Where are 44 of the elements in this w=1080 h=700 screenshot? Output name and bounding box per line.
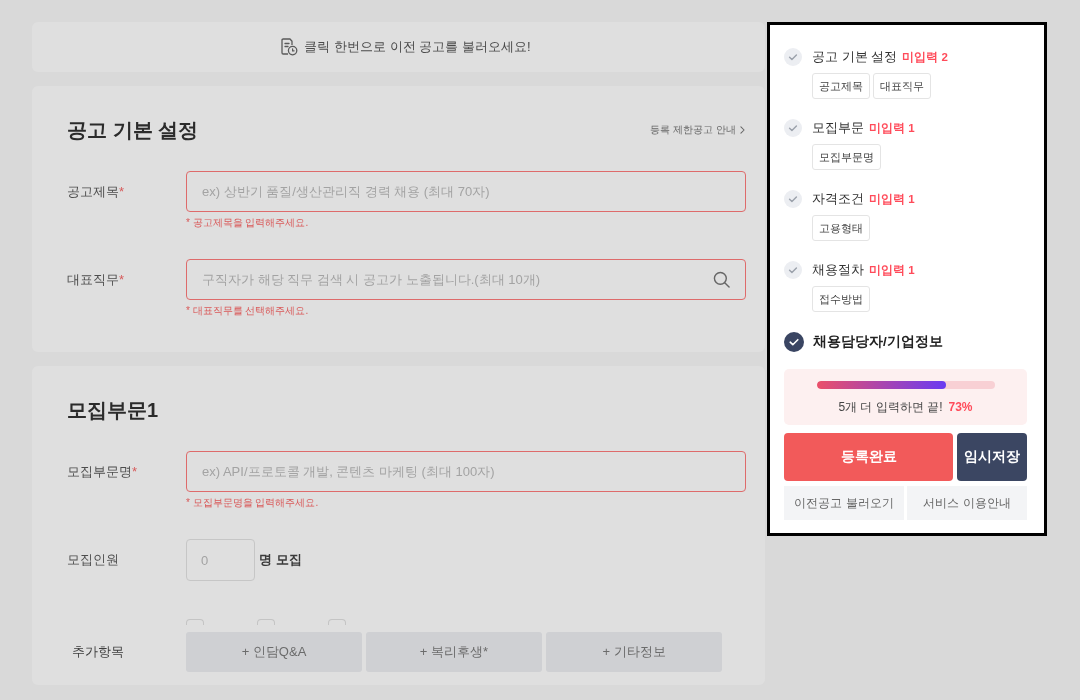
chevron-right-icon	[740, 126, 745, 134]
search-icon[interactable]	[713, 271, 730, 288]
section-title: 모집부문1	[67, 398, 159, 422]
step-title: 모집부문	[812, 119, 864, 137]
save-draft-button[interactable]: 임시저장	[957, 433, 1027, 481]
secondary-button[interactable]: 서비스 이용안내	[907, 486, 1027, 520]
missing-count: 미입력 2	[902, 49, 948, 65]
missing-count: 미입력 1	[869, 191, 915, 207]
field-label: 모집부문명*	[67, 463, 139, 481]
field-chip[interactable]: 대표직무	[873, 73, 931, 99]
add-item-button[interactable]: + 기타정보	[546, 632, 722, 672]
section-title: 공고 기본 설정	[67, 118, 199, 142]
document-clock-icon	[280, 38, 299, 56]
step-title: 채용담당자/기업정보	[813, 333, 943, 351]
field-label: 대표직무*	[67, 271, 126, 289]
error-message: * 공고제목을 입력해주세요.	[186, 216, 309, 230]
add-item-button[interactable]: + 복리후생*	[366, 632, 542, 672]
text-input[interactable]: ex) API/프로토콜 개발, 콘텐츠 마케팅 (최대 100자)	[186, 451, 746, 492]
error-message: * 모집부문명을 입력해주세요.	[186, 496, 319, 510]
checkbox-icon[interactable]	[328, 619, 346, 625]
text-input[interactable]: ex) 상반기 품질/생산관리직 경력 채용 (최대 70자)	[186, 171, 746, 212]
load-previous-banner[interactable]: 클릭 한번으로 이전 공고를 불러오세요!	[32, 22, 765, 72]
missing-count: 미입력 1	[869, 120, 915, 136]
field-chip[interactable]: 모집부문명	[812, 144, 881, 170]
checkbox-icon[interactable]	[186, 619, 204, 625]
add-item-button[interactable]: + 인담Q&A	[186, 632, 362, 672]
field-chip[interactable]: 고용형태	[812, 215, 870, 241]
step-title: 공고 기본 설정	[812, 48, 898, 66]
restricted-posting-link[interactable]: 등록 제한공고 안내	[650, 123, 745, 137]
number-input[interactable]: 0	[186, 539, 255, 581]
progress-message: 5개 더 입력하면 끝!	[838, 399, 943, 415]
field-label: 모집인원	[67, 551, 120, 569]
missing-count: 미입력 1	[869, 262, 915, 278]
field-chip[interactable]: 공고제목	[812, 73, 870, 99]
secondary-button[interactable]: 이전공고 불러오기	[784, 486, 904, 520]
field-label: 공고제목*	[67, 183, 126, 201]
progress-percent: 73%	[948, 399, 973, 415]
field-label: 추가항목	[72, 643, 125, 661]
step-title: 채용절차	[812, 261, 864, 279]
error-message: * 대표직무를 선택해주세요.	[186, 304, 309, 318]
unit-text: 명 모집	[259, 551, 302, 569]
checkbox-icon[interactable]	[257, 619, 275, 625]
field-chip[interactable]: 접수방법	[812, 286, 870, 312]
step-title: 자격조건	[812, 190, 864, 208]
